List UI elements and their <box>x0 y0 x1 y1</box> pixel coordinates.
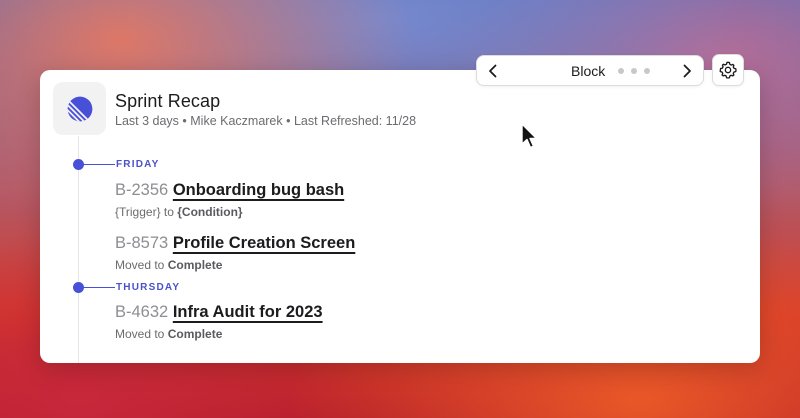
prev-block-button[interactable] <box>485 63 501 79</box>
day-header-thursday: THURSDAY <box>73 281 180 293</box>
block-label: Block <box>571 63 606 79</box>
issue-activity: {Trigger} to {Condition} <box>115 205 243 219</box>
page-dot[interactable] <box>618 68 624 74</box>
recap-subtitle: Last 3 days • Mike Kaczmarek • Last Refr… <box>115 114 417 128</box>
chevron-right-icon <box>683 64 691 78</box>
gear-icon <box>719 61 737 79</box>
settings-button[interactable] <box>712 54 744 86</box>
list-item: B-8573 Profile Creation Screen Moved to … <box>115 234 355 272</box>
issue-activity: Moved to Complete <box>115 258 223 272</box>
day-header-friday: FRIDAY <box>73 158 160 170</box>
chevron-left-icon <box>489 64 497 78</box>
page-dot[interactable] <box>631 68 637 74</box>
day-label: THURSDAY <box>116 281 181 293</box>
issue-activity: Moved to Complete <box>115 327 223 341</box>
mouse-pointer-icon <box>521 123 538 149</box>
timeline-dot <box>73 158 84 170</box>
block-switcher: Block <box>476 55 704 86</box>
sprint-recap-card: Sprint Recap Last 3 days • Mike Kaczmare… <box>40 70 760 363</box>
linear-logo-icon <box>67 96 92 121</box>
app-icon-tile <box>53 82 106 135</box>
list-item: B-2356 Onboarding bug bash {Trigger} to … <box>115 181 344 219</box>
day-label: FRIDAY <box>116 158 160 170</box>
issue-link[interactable]: Profile Creation Screen <box>173 234 355 252</box>
page-title: Sprint Recap <box>115 91 221 111</box>
page-dot[interactable] <box>644 68 650 74</box>
issue-id: B-8573 <box>115 234 169 252</box>
list-item: B-4632 Infra Audit for 2023 Moved to Com… <box>115 303 323 341</box>
next-block-button[interactable] <box>679 63 695 79</box>
issue-id: B-2356 <box>115 181 169 199</box>
issue-id: B-4632 <box>115 303 169 321</box>
issue-link[interactable]: Infra Audit for 2023 <box>173 303 323 321</box>
issue-link[interactable]: Onboarding bug bash <box>173 181 344 199</box>
page-indicator <box>618 68 650 74</box>
timeline-dot <box>73 281 84 293</box>
timeline-line <box>78 136 79 363</box>
